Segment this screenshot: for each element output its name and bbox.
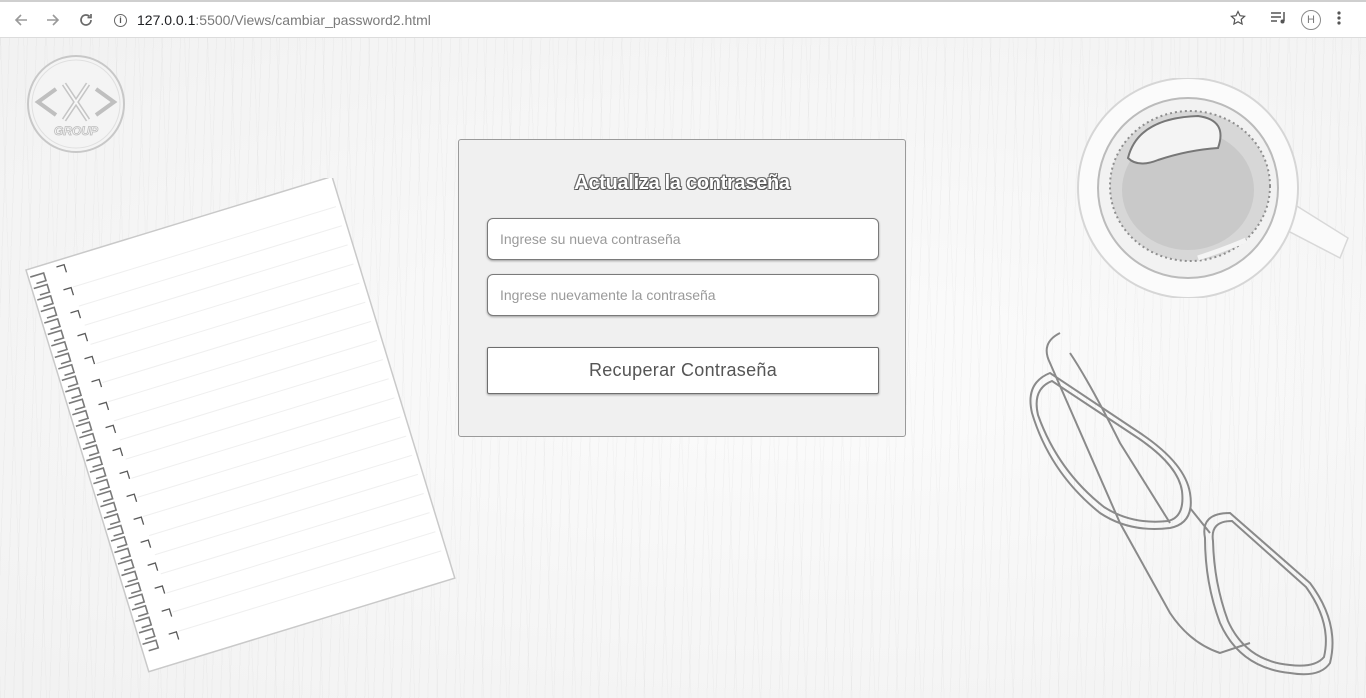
logo-text: GROUP xyxy=(54,124,99,138)
info-icon[interactable]: i xyxy=(114,13,127,27)
logo[interactable]: GROUP xyxy=(26,54,126,154)
media-playlist-icon[interactable] xyxy=(1270,10,1288,26)
glasses-illustration xyxy=(1020,323,1350,683)
notebook-illustration xyxy=(22,175,462,678)
profile-initial: H xyxy=(1301,10,1321,30)
url-host: 127.0.0.1 xyxy=(137,12,196,28)
page-viewport: GROUP Actualiza la contraseña Recuperar … xyxy=(0,38,1366,698)
back-arrow-icon[interactable] xyxy=(10,9,32,31)
star-icon[interactable] xyxy=(1230,10,1246,26)
profile-avatar[interactable]: H xyxy=(1301,10,1321,30)
menu-kebab-icon[interactable] xyxy=(1336,10,1342,26)
confirm-password-input[interactable] xyxy=(487,274,879,316)
reload-icon[interactable] xyxy=(75,9,97,31)
browser-toolbar: i 127.0.0.1:5500/Views/cambiar_password2… xyxy=(0,0,1366,38)
form-title: Actualiza la contraseña xyxy=(574,172,790,194)
address-bar[interactable]: i 127.0.0.1:5500/Views/cambiar_password2… xyxy=(114,7,431,33)
recover-password-button[interactable]: Recuperar Contraseña xyxy=(487,347,879,394)
url-path: :5500/Views/cambiar_password2.html xyxy=(195,12,431,28)
forward-arrow-icon[interactable] xyxy=(42,9,64,31)
coffee-cup-illustration xyxy=(1068,77,1358,299)
password-update-card: Actualiza la contraseña Recuperar Contra… xyxy=(458,139,906,437)
new-password-input[interactable] xyxy=(487,218,879,260)
